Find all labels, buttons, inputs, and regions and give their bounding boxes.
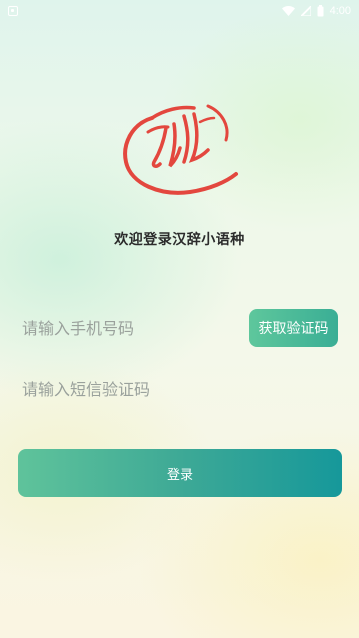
status-time: 4:00 [329, 5, 351, 17]
notification-icon [8, 6, 18, 16]
wifi-icon [281, 6, 295, 16]
logo-mark-icon [123, 104, 238, 195]
login-button[interactable]: 登录 [18, 449, 342, 497]
phone-input[interactable] [22, 306, 242, 350]
app-logo [118, 100, 244, 198]
sms-row [18, 367, 340, 411]
get-code-button[interactable]: 获取验证码 [249, 309, 338, 347]
status-bar: 4:00 [0, 0, 359, 22]
phone-row: 获取验证码 [18, 306, 340, 350]
status-left [8, 6, 18, 16]
battery-icon [317, 5, 324, 17]
page-title: 欢迎登录汉辞小语种 [114, 232, 245, 248]
status-right: 4:00 [281, 5, 351, 17]
signal-icon [300, 6, 311, 16]
sms-code-input[interactable] [22, 367, 322, 411]
